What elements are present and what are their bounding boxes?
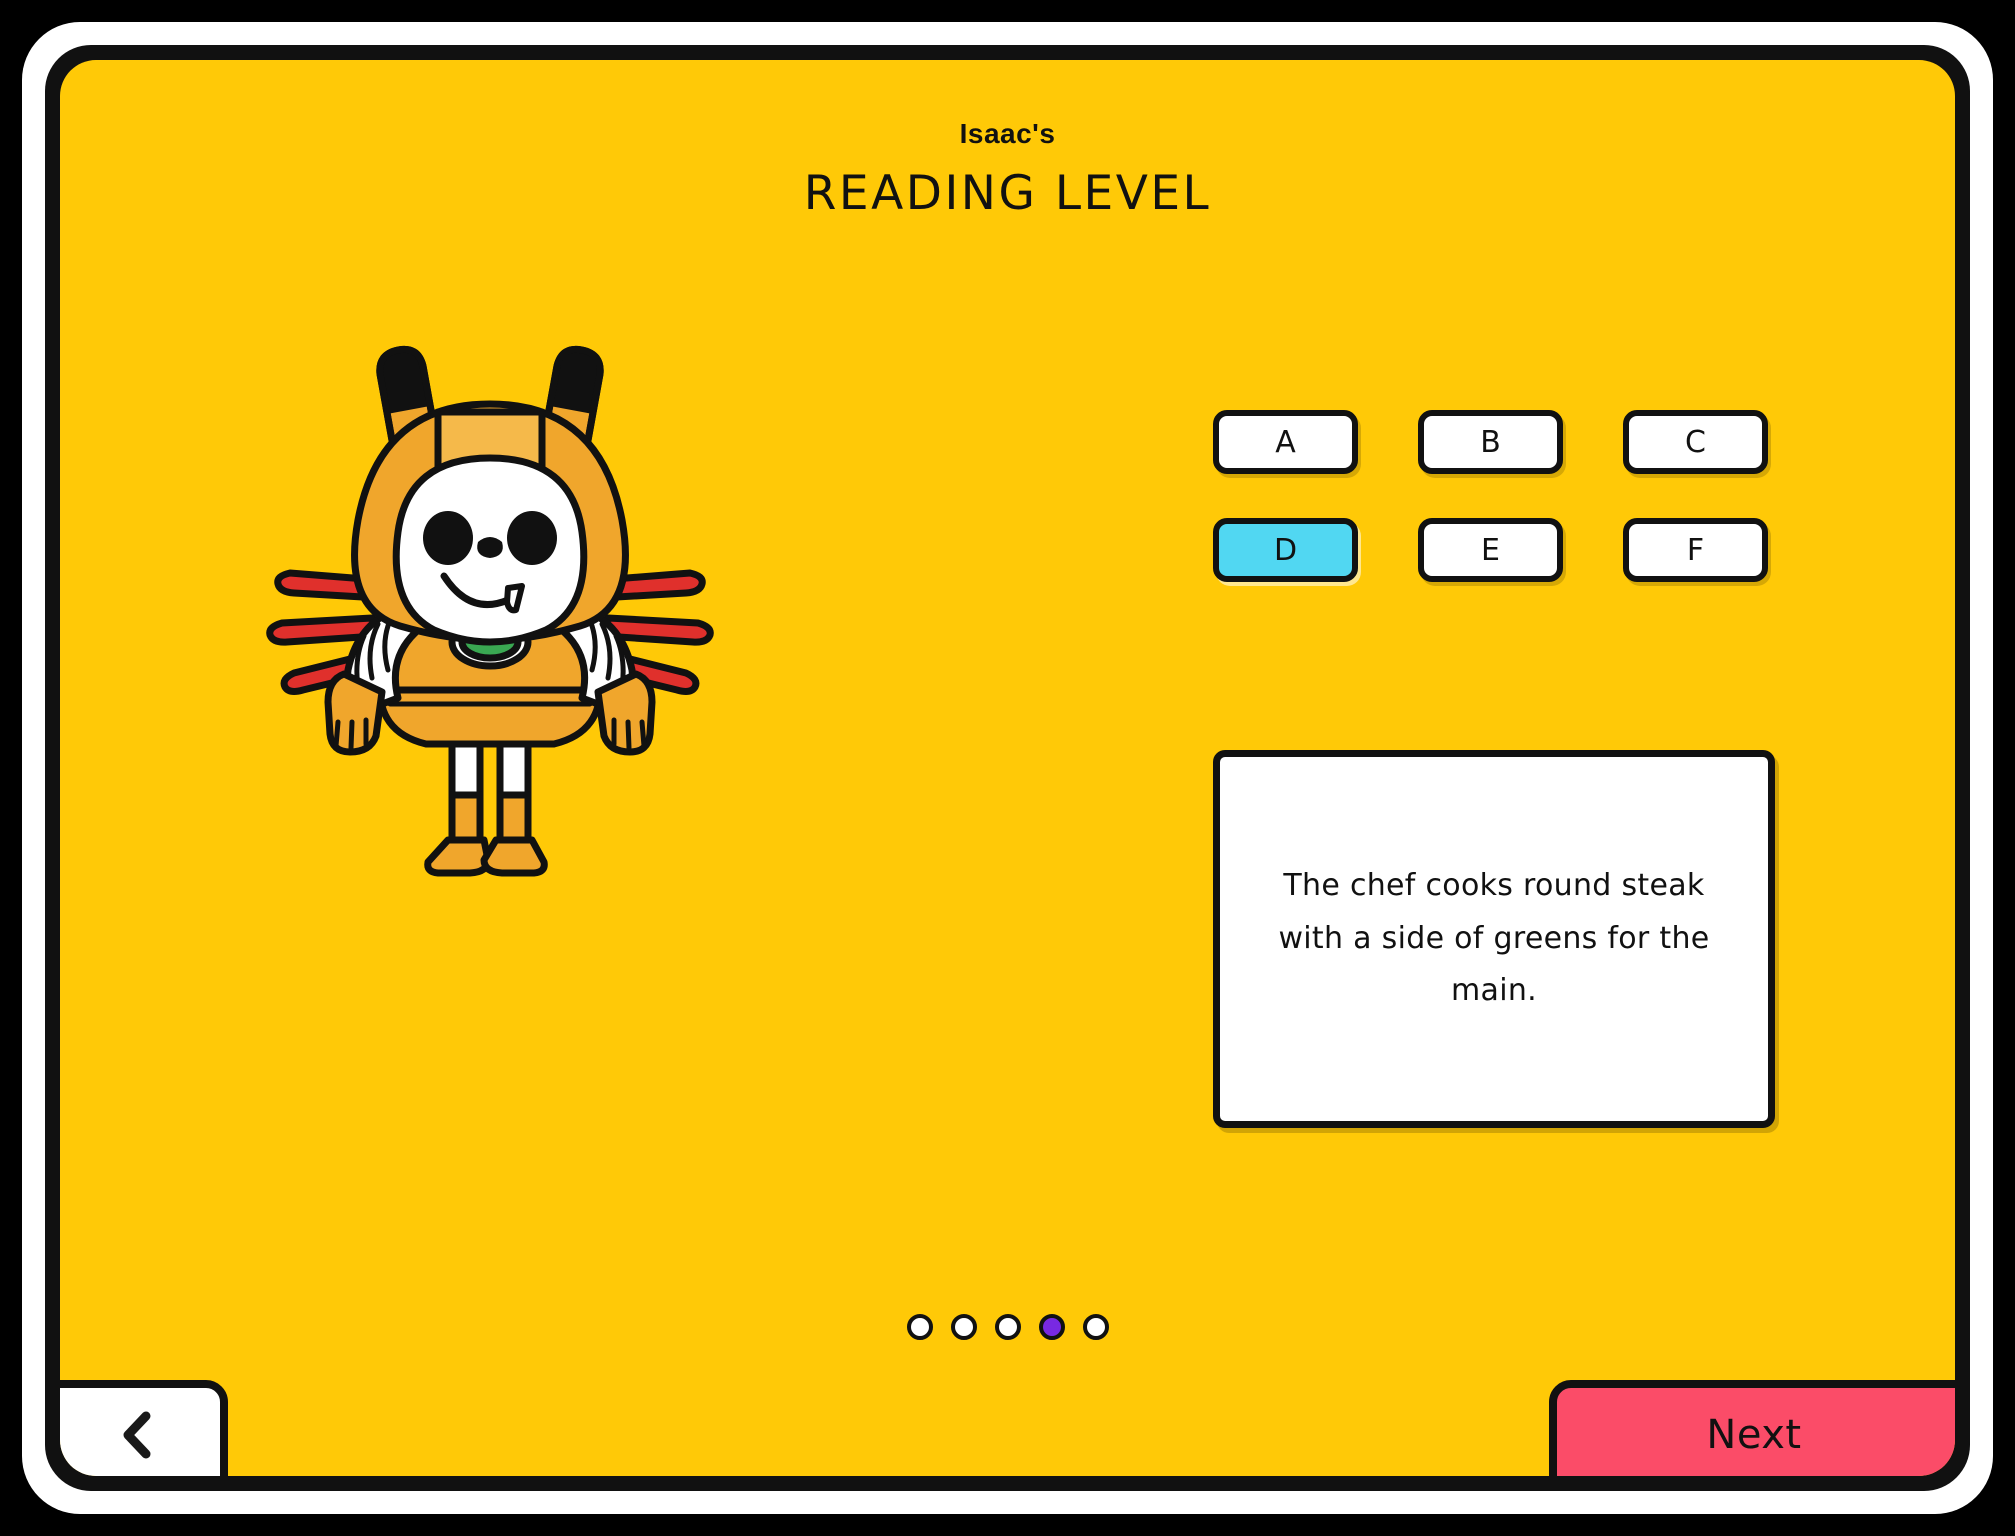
next-button[interactable]: Next xyxy=(1549,1380,1955,1476)
pagination-dot-1[interactable] xyxy=(906,1314,933,1340)
pagination-dots xyxy=(60,1314,1955,1340)
reading-level-options: A B C D E F xyxy=(1213,410,1793,582)
level-button-d[interactable]: D xyxy=(1213,518,1358,582)
app-screen: Isaac's READING LEVEL A B C D E F The ch… xyxy=(60,60,1955,1476)
astronaut-character-icon xyxy=(266,345,714,877)
pagination-dot-3[interactable] xyxy=(994,1314,1021,1340)
page-title: READING LEVEL xyxy=(803,166,1212,221)
avatar xyxy=(230,340,750,900)
device-frame: Isaac's READING LEVEL A B C D E F The ch… xyxy=(0,0,2015,1536)
level-button-e[interactable]: E xyxy=(1418,518,1563,582)
reading-passage-panel: The chef cooks round steak with a side o… xyxy=(1213,750,1775,1128)
back-button[interactable] xyxy=(60,1380,228,1476)
next-button-label: Next xyxy=(1706,1412,1802,1458)
level-button-a[interactable]: A xyxy=(1213,410,1358,474)
screen-header: Isaac's READING LEVEL xyxy=(60,118,1955,221)
pagination-dot-5[interactable] xyxy=(1082,1314,1109,1340)
level-button-b[interactable]: B xyxy=(1418,410,1563,474)
chevron-left-icon xyxy=(123,1411,151,1459)
level-button-c[interactable]: C xyxy=(1623,410,1768,474)
owner-name: Isaac's xyxy=(959,118,1056,149)
level-button-f[interactable]: F xyxy=(1623,518,1768,582)
pagination-dot-4[interactable] xyxy=(1038,1314,1065,1340)
pagination-dot-2[interactable] xyxy=(950,1314,977,1340)
reading-passage-text: The chef cooks round steak with a side o… xyxy=(1278,868,1710,1009)
